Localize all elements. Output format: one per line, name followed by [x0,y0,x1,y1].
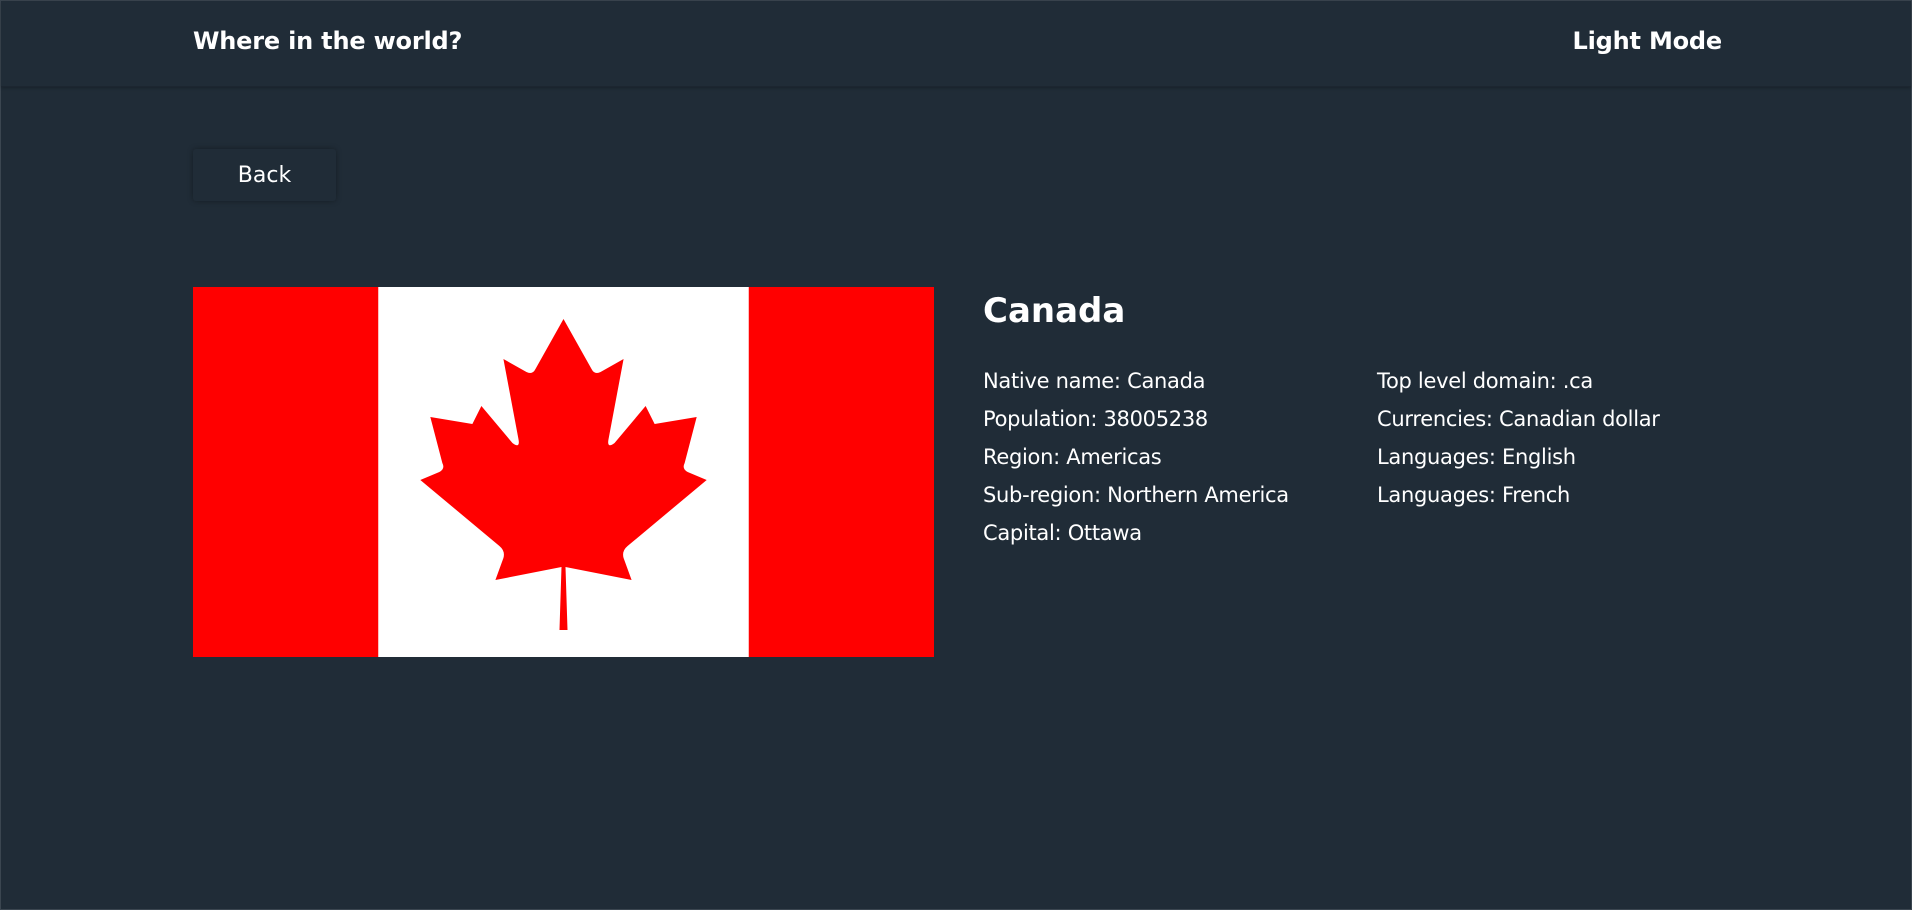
language-row: Languages: French [1377,483,1571,507]
back-button[interactable]: Back [193,149,336,201]
top-header: Where in the world? Light Mode [1,1,1911,87]
language-row: Languages: English [1377,445,1576,469]
sub-region-row: Sub-region: Northern America [983,483,1289,507]
currencies-row: Currencies: Canadian dollar [1377,407,1660,431]
theme-toggle[interactable]: Light Mode [1553,27,1722,55]
region-row: Region: Americas [983,445,1162,469]
details-left: Native name: Canada Population: 38005238… [983,362,1289,552]
native-name-row: Native name: Canada [983,369,1206,393]
app-frame: Where in the world? Light Mode Back Cana… [0,0,1912,910]
country-name: Canada [983,291,1126,331]
population-row: Population: 38005238 [983,407,1208,431]
top-level-domain-row: Top level domain: .ca [1377,369,1593,393]
app-title: Where in the world? [193,27,463,55]
moon-icon [1554,33,1563,49]
capital-row: Capital: Ottawa [983,521,1142,545]
canada-flag [193,287,934,657]
details-right: Top level domain: .ca Currencies: Canadi… [1377,362,1660,514]
theme-toggle-label: Light Mode [1572,27,1723,55]
